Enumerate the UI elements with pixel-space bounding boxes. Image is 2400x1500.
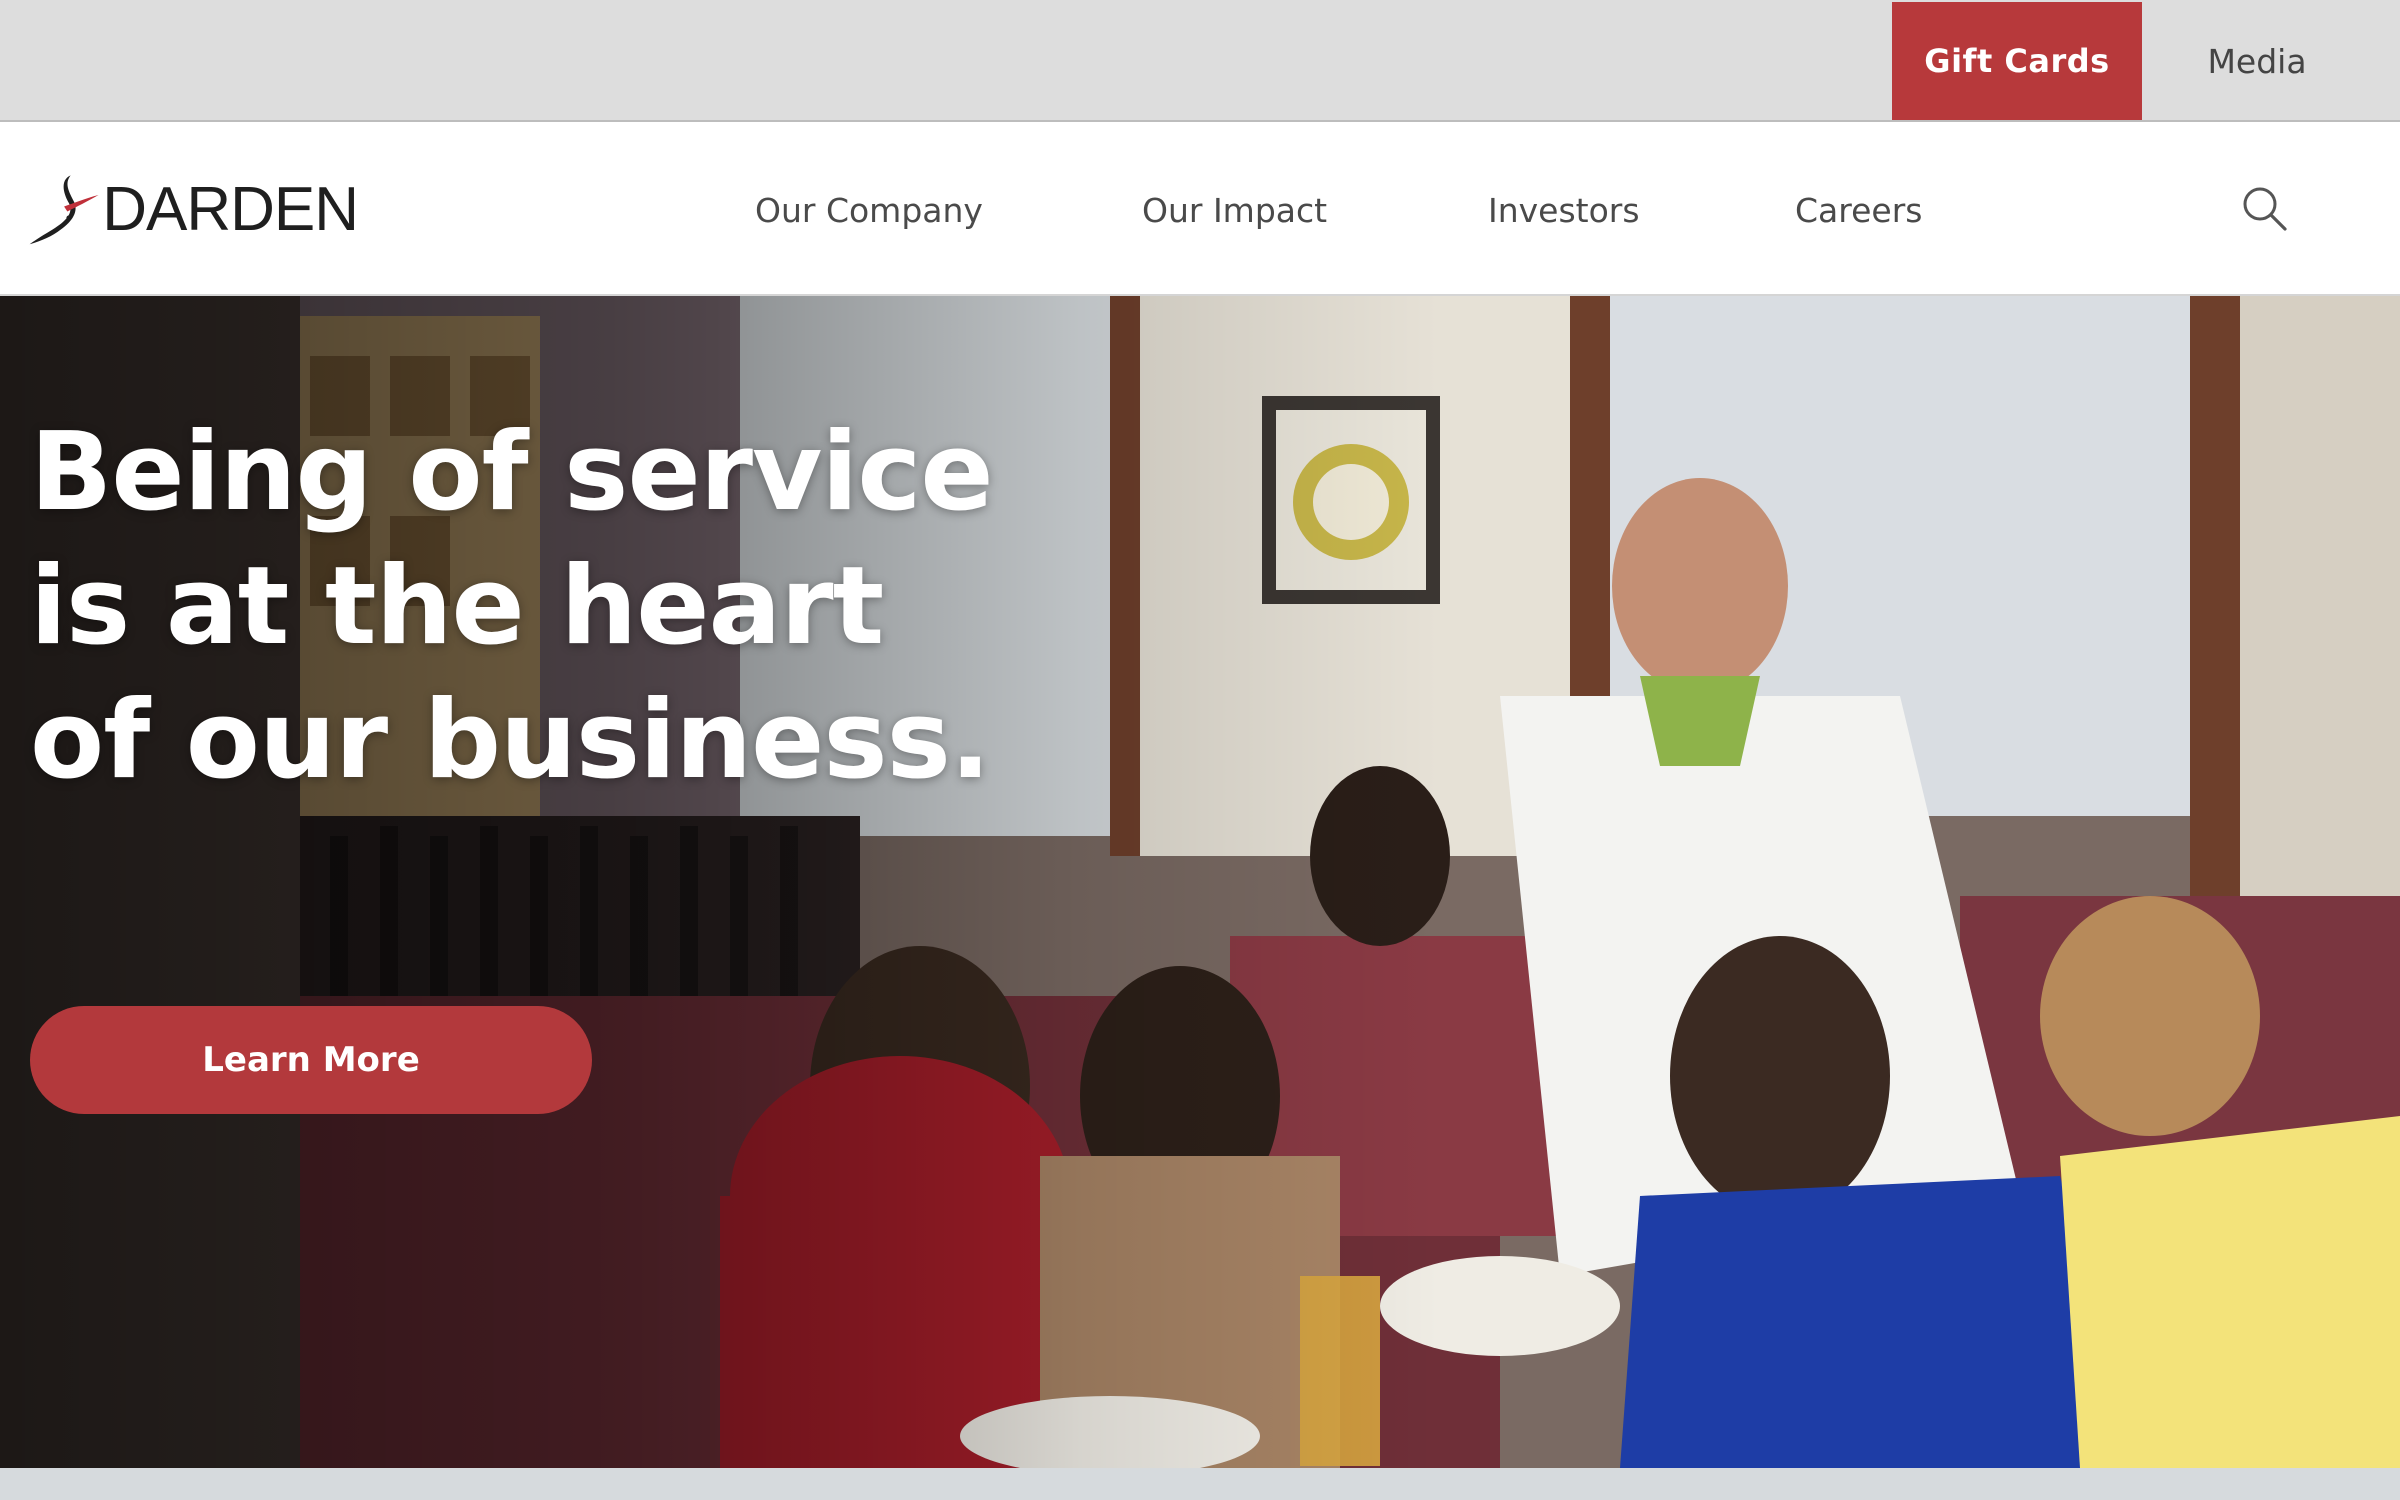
hero-headline: Being of service is at the heart of our … [30,410,994,803]
main-header: DARDEN Our Company Our Impact Investors … [0,122,2400,296]
logo-text: DARDEN [102,174,359,244]
hero-banner: Being of service is at the heart of our … [0,296,2400,1468]
nav-investors[interactable]: Investors [1488,180,1640,240]
media-link[interactable]: Media [2142,2,2372,120]
utility-bar: Gift Cards Media [0,0,2400,122]
gift-cards-button[interactable]: Gift Cards [1892,2,2142,120]
search-icon[interactable] [2240,184,2290,234]
darden-logo-icon [29,175,99,245]
nav-careers[interactable]: Careers [1795,180,1922,240]
learn-more-button[interactable]: Learn More [30,1006,592,1114]
bottom-strip [0,1468,2400,1500]
darden-logo[interactable]: DARDEN [28,162,359,256]
nav-our-impact[interactable]: Our Impact [1142,180,1327,240]
nav-our-company[interactable]: Our Company [755,180,983,240]
